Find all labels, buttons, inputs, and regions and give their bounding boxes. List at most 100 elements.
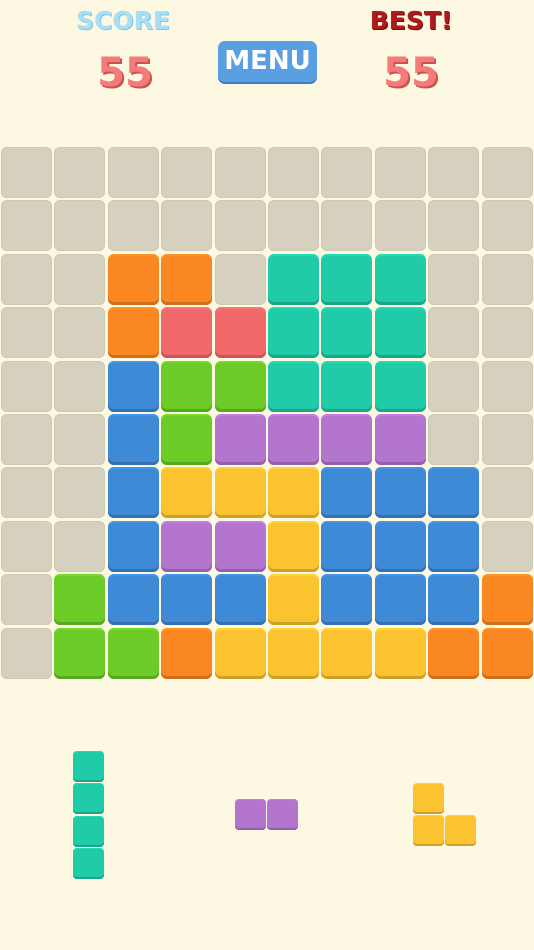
board-cell-filled[interactable] — [161, 253, 213, 305]
board-cell-filled[interactable] — [107, 574, 159, 626]
board-cell-empty[interactable] — [1, 414, 52, 465]
board-cell-empty[interactable] — [107, 147, 159, 198]
board-cell-empty[interactable] — [54, 520, 106, 572]
board-cell-filled[interactable] — [214, 307, 266, 359]
board-cell-filled[interactable] — [374, 414, 426, 465]
board-cell-empty[interactable] — [54, 360, 106, 412]
board-cell-filled[interactable] — [107, 307, 159, 359]
board-cell-filled[interactable] — [428, 627, 480, 679]
board-cell-filled[interactable] — [428, 520, 480, 572]
board-cell-filled[interactable] — [374, 253, 426, 305]
board-cell-empty[interactable] — [161, 147, 213, 198]
board-cell-filled[interactable] — [161, 414, 213, 465]
board-cell-filled[interactable] — [321, 574, 373, 626]
board-cell-empty[interactable] — [428, 360, 480, 412]
board-cell-empty[interactable] — [374, 200, 426, 252]
board-cell-empty[interactable] — [1, 147, 52, 198]
board-cell-filled[interactable] — [107, 520, 159, 572]
board-cell-empty[interactable] — [1, 467, 52, 519]
board-cell-filled[interactable] — [374, 520, 426, 572]
board-cell-empty[interactable] — [481, 414, 533, 465]
board-cell-empty[interactable] — [428, 200, 480, 252]
board-cell-filled[interactable] — [161, 574, 213, 626]
board-cell-empty[interactable] — [481, 467, 533, 519]
board-cell-filled[interactable] — [374, 307, 426, 359]
board-cell-filled[interactable] — [321, 627, 373, 679]
board-cell-filled[interactable] — [374, 627, 426, 679]
board-cell-filled[interactable] — [161, 467, 213, 519]
board-cell-filled[interactable] — [374, 574, 426, 626]
board-cell-filled[interactable] — [107, 414, 159, 465]
board-cell-filled[interactable] — [161, 520, 213, 572]
board-cell-empty[interactable] — [1, 360, 52, 412]
board-cell-filled[interactable] — [374, 467, 426, 519]
board-cell-empty[interactable] — [481, 253, 533, 305]
board-cell-empty[interactable] — [214, 253, 266, 305]
board-cell-empty[interactable] — [1, 307, 52, 359]
board-cell-filled[interactable] — [268, 307, 319, 359]
board-cell-filled[interactable] — [268, 520, 319, 572]
board-cell-filled[interactable] — [321, 307, 373, 359]
board-cell-filled[interactable] — [107, 627, 159, 679]
game-board[interactable] — [0, 146, 534, 680]
board-cell-filled[interactable] — [214, 627, 266, 679]
board-cell-empty[interactable] — [54, 147, 106, 198]
board-cell-empty[interactable] — [161, 200, 213, 252]
board-cell-filled[interactable] — [54, 627, 106, 679]
board-cell-filled[interactable] — [428, 467, 480, 519]
board-cell-empty[interactable] — [481, 520, 533, 572]
board-cell-filled[interactable] — [161, 360, 213, 412]
board-cell-filled[interactable] — [107, 360, 159, 412]
board-cell-empty[interactable] — [428, 253, 480, 305]
board-cell-filled[interactable] — [321, 520, 373, 572]
board-cell-empty[interactable] — [481, 360, 533, 412]
board-cell-filled[interactable] — [214, 414, 266, 465]
board-cell-filled[interactable] — [161, 627, 213, 679]
board-cell-empty[interactable] — [268, 200, 319, 252]
board-cell-empty[interactable] — [214, 147, 266, 198]
board-cell-filled[interactable] — [214, 520, 266, 572]
board-cell-empty[interactable] — [428, 147, 480, 198]
board-cell-filled[interactable] — [374, 360, 426, 412]
board-cell-filled[interactable] — [268, 253, 319, 305]
board-cell-empty[interactable] — [268, 147, 319, 198]
board-cell-filled[interactable] — [54, 574, 106, 626]
board-cell-empty[interactable] — [214, 200, 266, 252]
board-cell-empty[interactable] — [428, 414, 480, 465]
board-cell-filled[interactable] — [481, 627, 533, 679]
board-cell-filled[interactable] — [428, 574, 480, 626]
board-cell-filled[interactable] — [321, 360, 373, 412]
board-cell-empty[interactable] — [1, 253, 52, 305]
board-cell-empty[interactable] — [481, 200, 533, 252]
board-cell-filled[interactable] — [268, 360, 319, 412]
board-cell-filled[interactable] — [321, 467, 373, 519]
menu-button[interactable]: MENU — [218, 41, 317, 82]
board-cell-empty[interactable] — [374, 147, 426, 198]
board-cell-filled[interactable] — [321, 414, 373, 465]
board-cell-empty[interactable] — [54, 253, 106, 305]
board-cell-filled[interactable] — [161, 307, 213, 359]
board-cell-empty[interactable] — [107, 200, 159, 252]
board-cell-empty[interactable] — [54, 307, 106, 359]
board-cell-empty[interactable] — [321, 200, 373, 252]
board-cell-empty[interactable] — [54, 467, 106, 519]
board-cell-empty[interactable] — [481, 147, 533, 198]
board-cell-filled[interactable] — [321, 253, 373, 305]
board-cell-empty[interactable] — [54, 414, 106, 465]
board-cell-empty[interactable] — [1, 627, 52, 679]
board-cell-filled[interactable] — [481, 574, 533, 626]
board-cell-filled[interactable] — [268, 574, 319, 626]
board-cell-filled[interactable] — [214, 360, 266, 412]
board-cell-filled[interactable] — [214, 467, 266, 519]
board-cell-filled[interactable] — [268, 414, 319, 465]
board-cell-empty[interactable] — [1, 520, 52, 572]
board-cell-empty[interactable] — [54, 200, 106, 252]
board-cell-filled[interactable] — [268, 467, 319, 519]
board-cell-filled[interactable] — [107, 253, 159, 305]
board-cell-empty[interactable] — [481, 307, 533, 359]
board-cell-filled[interactable] — [268, 627, 319, 679]
board-cell-filled[interactable] — [214, 574, 266, 626]
board-cell-empty[interactable] — [1, 574, 52, 626]
board-cell-filled[interactable] — [107, 467, 159, 519]
board-cell-empty[interactable] — [428, 307, 480, 359]
